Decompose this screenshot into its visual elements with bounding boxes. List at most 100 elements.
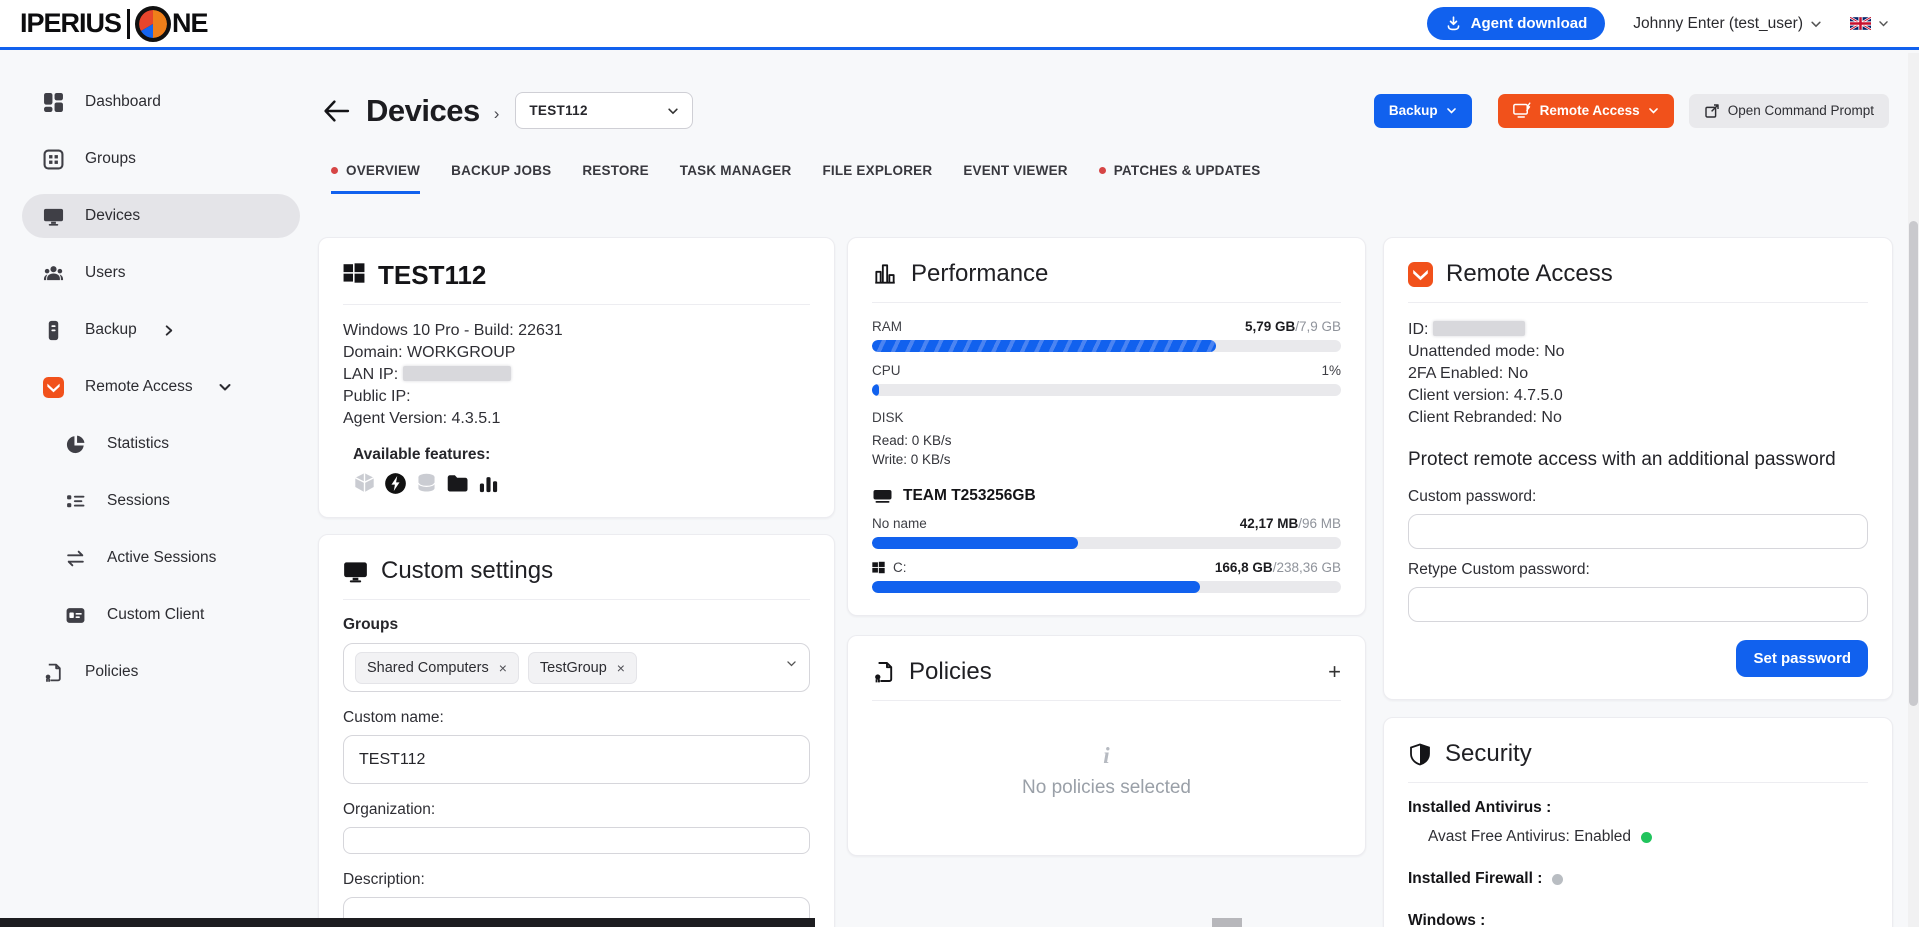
sidebar-item-active-sessions[interactable]: Active Sessions <box>22 536 300 580</box>
agent-download-button[interactable]: Agent download <box>1427 7 1606 40</box>
users-icon <box>43 263 64 284</box>
retype-password-input[interactable] <box>1408 587 1868 622</box>
feature-icons <box>353 472 810 495</box>
organization-input[interactable] <box>343 827 810 854</box>
sidebar-item-groups[interactable]: Groups <box>22 137 300 181</box>
sidebar-item-label: Sessions <box>107 492 170 510</box>
backup-dropdown-button[interactable]: Backup <box>1374 94 1472 128</box>
groups-label: Groups <box>343 616 810 634</box>
group-chip[interactable]: Shared Computers × <box>355 652 519 684</box>
horizontal-scrollbar-thumb[interactable] <box>1212 918 1242 927</box>
open-command-prompt-label: Open Command Prompt <box>1728 103 1874 118</box>
tab-restore[interactable]: RESTORE <box>582 163 648 194</box>
sidebar-item-label: Groups <box>85 150 136 168</box>
remove-chip-icon[interactable]: × <box>499 660 507 676</box>
device-tabs: OVERVIEW BACKUP JOBS RESTORE TASK MANAGE… <box>331 163 1919 194</box>
remote-id-line: ID: <box>1408 319 1868 341</box>
back-arrow-button[interactable] <box>323 99 350 123</box>
storage-stack-icon <box>415 472 438 495</box>
user-menu[interactable]: Johnny Enter (test_user) <box>1633 15 1822 33</box>
sidebar-item-label: Dashboard <box>85 93 161 111</box>
device-agent-version: Agent Version: 4.3.5.1 <box>343 408 810 430</box>
breadcrumb-separator: › <box>494 104 500 124</box>
device-card-title: TEST112 <box>343 260 810 305</box>
sidebar-item-label: Active Sessions <box>107 549 216 567</box>
unattended-mode-line: Unattended mode: No <box>1408 341 1868 363</box>
backup-server-icon <box>43 320 64 341</box>
main-content: Devices › TEST112 Backup <box>308 50 1919 924</box>
ram-progress-fill <box>872 340 1216 352</box>
policies-title: Policies + <box>872 658 1341 701</box>
organization-label: Organization: <box>343 801 810 819</box>
custom-name-input[interactable] <box>343 735 810 784</box>
tab-backup-jobs[interactable]: BACKUP JOBS <box>451 163 551 194</box>
monitor-icon <box>343 560 368 583</box>
sidebar-item-devices[interactable]: Devices <box>22 194 300 238</box>
tab-patches-updates[interactable]: PATCHES & UPDATES <box>1099 163 1261 194</box>
client-rebranded-line: Client Rebranded: No <box>1408 407 1868 429</box>
iperius-one-app: IPERIUS NE Agent download Johnny Enter (… <box>0 0 1919 927</box>
sidebar-item-policies[interactable]: Policies <box>22 650 300 694</box>
custom-password-input[interactable] <box>1408 514 1868 549</box>
custom-password-label: Custom password: <box>1408 488 1868 506</box>
device-select-value: TEST112 <box>529 103 587 118</box>
windows-label: Windows : <box>1408 912 1868 927</box>
lan-ip-label: LAN IP: <box>343 366 398 383</box>
policy-document-icon <box>43 662 64 683</box>
card-heading: Custom settings <box>381 557 553 585</box>
window-icon <box>65 605 86 626</box>
sidebar-item-label: Users <box>85 264 125 282</box>
disk-write: Write: 0 KB/s <box>872 452 1341 467</box>
tab-event-viewer[interactable]: EVENT VIEWER <box>963 163 1067 194</box>
brand-circle-icon <box>135 6 171 42</box>
sidebar-item-remote-access[interactable]: Remote Access <box>22 365 300 409</box>
device-public-ip: Public IP: <box>343 386 810 408</box>
available-features-label: Available features: <box>353 446 810 464</box>
brand-pipe <box>127 9 130 39</box>
sidebar-item-custom-client[interactable]: Custom Client <box>22 593 300 637</box>
ram-value: 5,79 GB/7,9 GB <box>1245 319 1341 334</box>
status-dot-grey <box>1552 874 1563 885</box>
tab-label: RESTORE <box>582 163 648 178</box>
set-password-button[interactable]: Set password <box>1736 640 1868 677</box>
protect-password-text: Protect remote access with an additional… <box>1408 449 1868 471</box>
sidebar-item-label: Policies <box>85 663 138 681</box>
status-dot-green <box>1641 832 1652 843</box>
retype-password-label: Retype Custom password: <box>1408 561 1868 579</box>
sidebar-item-backup[interactable]: Backup <box>22 308 300 352</box>
download-icon <box>1445 15 1462 32</box>
sidebar-item-users[interactable]: Users <box>22 251 300 295</box>
brand-logo: IPERIUS NE <box>20 6 208 42</box>
sidebar-item-sessions[interactable]: Sessions <box>22 479 300 523</box>
policies-empty-state: i No policies selected <box>872 717 1341 833</box>
device-select[interactable]: TEST112 <box>515 92 693 129</box>
add-policy-button[interactable]: + <box>1328 661 1341 683</box>
chevron-down-icon <box>786 656 797 674</box>
tab-file-explorer[interactable]: FILE EXPLORER <box>822 163 932 194</box>
tab-task-manager[interactable]: TASK MANAGER <box>680 163 792 194</box>
remote-lightning-icon <box>384 472 407 495</box>
volume-progress-fill <box>872 537 1078 549</box>
group-chip[interactable]: TestGroup × <box>528 652 637 684</box>
sidebar-item-statistics[interactable]: Statistics <box>22 422 300 466</box>
tab-overview[interactable]: OVERVIEW <box>331 163 420 194</box>
sidebar-item-dashboard[interactable]: Dashboard <box>22 80 300 124</box>
vertical-scrollbar-thumb[interactable] <box>1909 221 1918 706</box>
groups-multiselect[interactable]: Shared Computers × TestGroup × <box>343 643 810 692</box>
remove-chip-icon[interactable]: × <box>617 660 625 676</box>
horizontal-scrollbar[interactable] <box>0 918 815 927</box>
remote-access-icon <box>43 377 64 398</box>
chevron-down-icon <box>1648 105 1659 116</box>
column-chart-icon <box>872 261 898 287</box>
language-menu[interactable] <box>1850 17 1889 30</box>
volume-row: C: 166,8 GB/238,36 GB <box>872 560 1341 575</box>
remote-access-button[interactable]: Remote Access <box>1498 94 1674 128</box>
statistics-bars-icon <box>477 472 500 495</box>
file-explorer-folder-icon <box>446 472 469 495</box>
open-command-prompt-button[interactable]: Open Command Prompt <box>1689 94 1889 128</box>
chevron-down-icon <box>1446 105 1457 116</box>
backup-cube-icon <box>353 472 376 495</box>
policies-card: Policies + i No policies selected <box>847 635 1366 856</box>
user-name: Johnny Enter (test_user) <box>1633 15 1803 33</box>
windows-logo-icon <box>872 561 885 574</box>
